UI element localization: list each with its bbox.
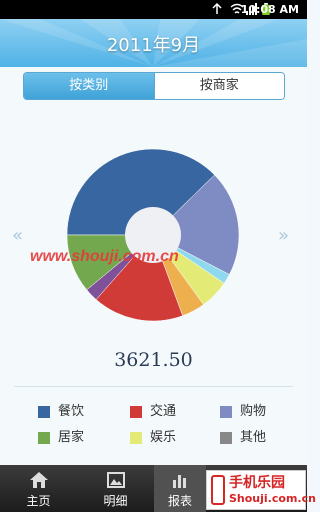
site-badge: 手机乐园 Shouji.com.cn [206, 470, 316, 510]
status-time: 10:08 AM [240, 3, 299, 16]
legend-label: 其他 [240, 430, 267, 445]
total-amount: 3621.50 [114, 349, 193, 371]
usb-icon [212, 3, 222, 14]
badge-title: 手机乐园 [229, 475, 285, 491]
nav-report[interactable]: 报表 [154, 465, 206, 512]
status-bar: 10:08 AM [0, 0, 307, 19]
legend-swatch [220, 432, 232, 444]
home-icon [29, 472, 48, 488]
legend-swatch [130, 406, 142, 418]
next-month-arrow[interactable]: » [278, 225, 289, 246]
header-bar: 2011年9月 [0, 19, 307, 67]
nav-details-label: 明细 [103, 494, 128, 508]
chart-icon [173, 475, 186, 488]
nav-home[interactable]: 主页 [0, 465, 77, 512]
nav-home-label: 主页 [26, 494, 51, 508]
nav-details[interactable]: 明细 [77, 465, 154, 512]
badge-url: Shouji.com.cn [229, 492, 316, 505]
legend-label: 居家 [58, 430, 85, 445]
legend-swatch [38, 406, 50, 418]
legend-swatch [38, 432, 50, 444]
legend-swatch [130, 432, 142, 444]
prev-month-arrow[interactable]: « [12, 225, 23, 246]
tab-by-merchant[interactable]: 按商家 [153, 73, 284, 99]
phone-logo-icon [211, 475, 225, 505]
legend-label: 娱乐 [150, 430, 177, 445]
image-icon [106, 472, 125, 488]
legend-label: 交通 [150, 404, 177, 419]
segment-control: 按类别 按商家 [23, 72, 285, 100]
tab-by-category[interactable]: 按类别 [24, 73, 154, 99]
legend-label: 餐饮 [58, 404, 85, 419]
legend-swatch [220, 406, 232, 418]
legend-label: 购物 [240, 404, 267, 419]
category-pie-chart [66, 148, 240, 322]
watermark: www.shouji.com.cn [30, 248, 179, 265]
nav-report-label: 报表 [167, 494, 192, 508]
divider [14, 386, 293, 387]
page-title: 2011年9月 [106, 35, 201, 56]
